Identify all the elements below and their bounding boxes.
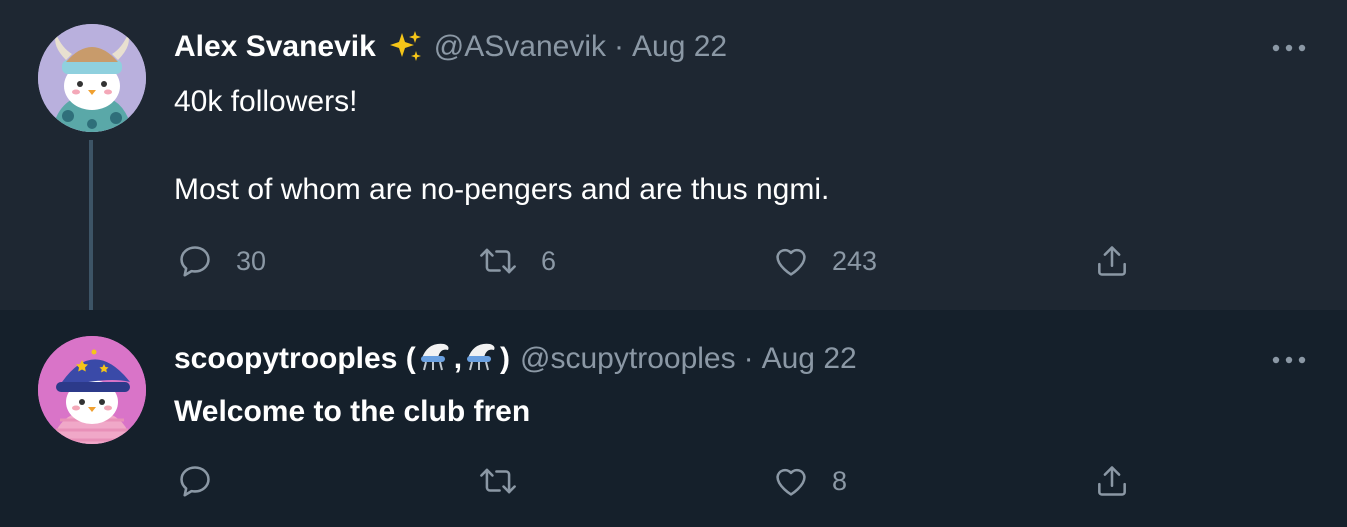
handle[interactable]: @ASvanevik [434,30,606,64]
retweet-count: 6 [541,245,557,276]
name-suffix-open: ( [397,342,416,375]
heart-icon [776,248,806,276]
reply-button[interactable] [176,462,236,500]
share-icon [1098,246,1126,276]
reply-count: 30 [236,245,267,276]
penguin-avatar-image [38,336,146,444]
retweet-button[interactable]: 6 [477,242,556,280]
like-count: 8 [832,465,848,496]
display-name[interactable]: scoopytrooples [174,342,397,376]
reply-icon [180,246,210,277]
avatar[interactable] [38,24,146,132]
avatar[interactable] [38,336,146,444]
tweet-header: Alex Svanevik @ASvanevik · Aug 22 [174,27,727,67]
tweet-text-line: 40k followers! [174,85,358,118]
more-horizontal-icon[interactable] [1267,38,1311,58]
tweet-text: Welcome to the club fren [174,390,530,434]
like-button[interactable]: 243 [772,242,877,280]
separator-dot: · [614,30,624,63]
penguin-avatar-image [38,24,146,132]
timestamp[interactable]: Aug 22 [632,30,727,64]
share-button[interactable] [1093,242,1131,280]
timestamp[interactable]: Aug 22 [762,342,857,376]
share-button[interactable] [1093,462,1131,500]
name-suffix-close: ) [500,342,511,375]
tweet-text-line: Welcome to the club fren [174,395,531,428]
more-horizontal-icon[interactable] [1267,350,1311,370]
retweet-icon [480,468,516,494]
penguin-hat-icon [464,338,498,380]
display-name[interactable]: Alex Svanevik [174,30,376,64]
penguin-hat-icon [418,338,452,380]
name-suffix-comma: , [453,342,463,375]
tweet-scoopytrooples[interactable]: scoopytrooples ( , ) @scupytrooples · Au… [0,310,1347,527]
like-button[interactable]: 8 [772,462,847,500]
tweet-text: 40k followers! Most of whom are no-penge… [174,80,829,212]
reply-button[interactable]: 30 [176,242,266,280]
tweet-alex-svanevik[interactable]: Alex Svanevik @ASvanevik · Aug 22 40k fo… [0,0,1347,330]
share-icon [1098,466,1126,496]
separator-dot: · [743,342,754,375]
tweet-header: scoopytrooples ( , ) @scupytrooples · Au… [174,339,857,379]
handle[interactable]: @scupytrooples [520,342,736,376]
like-count: 243 [832,245,878,276]
reply-icon [180,466,210,497]
retweet-icon [480,248,516,274]
retweet-button[interactable] [477,462,541,500]
tweet-text-line: Most of whom are no-pengers and are thus… [174,173,830,206]
sparkles-icon [388,29,424,65]
heart-icon [776,468,806,496]
thread-connector-line [89,140,93,330]
